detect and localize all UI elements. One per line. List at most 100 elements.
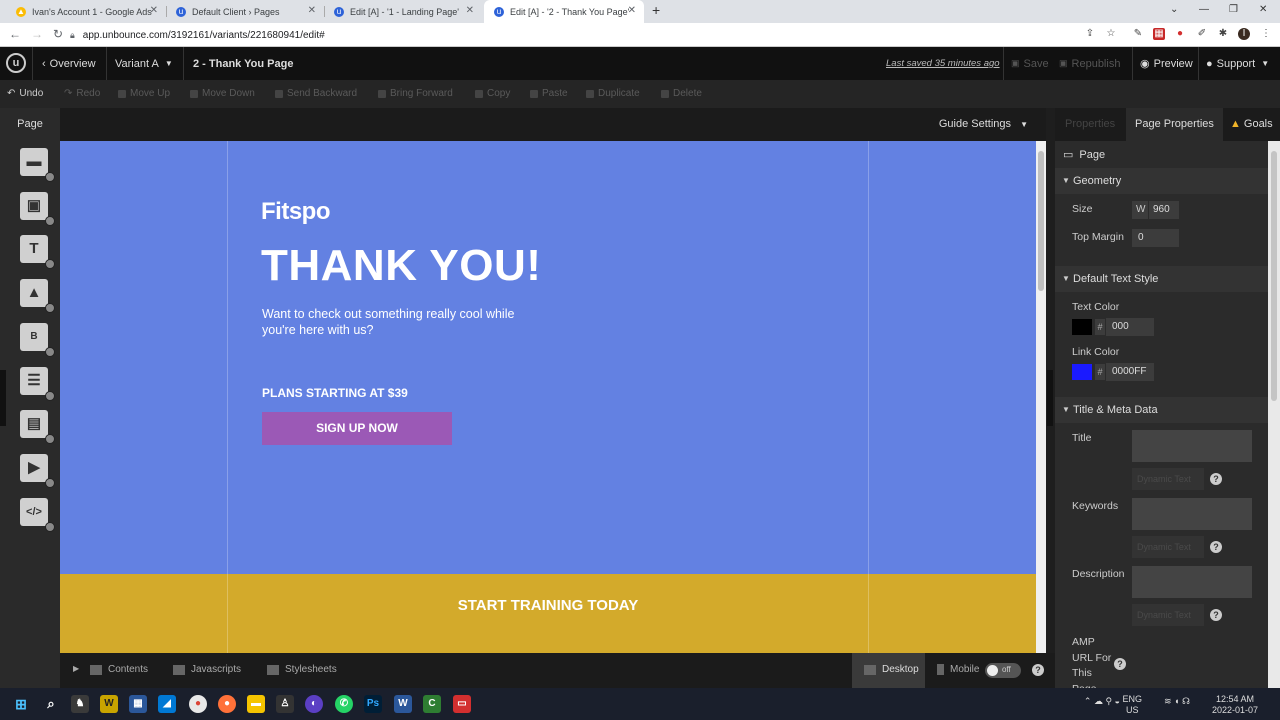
puzzle-icon[interactable]: ✱ — [1217, 28, 1229, 40]
help-icon[interactable]: ? — [1210, 609, 1222, 621]
unbounce-logo[interactable]: u — [6, 53, 26, 73]
minimize-icon[interactable]: — — [1199, 4, 1209, 15]
subtext-paragraph[interactable]: Want to check out something really cool … — [262, 306, 532, 338]
restore-icon[interactable]: ❐ — [1229, 4, 1238, 15]
tab-properties[interactable]: Properties — [1065, 118, 1115, 130]
wifi-volume-icons[interactable]: ≋ ◖ ☊ — [1164, 696, 1190, 707]
mobile-toggle[interactable]: off — [985, 663, 1021, 678]
firefox-icon[interactable]: ● — [218, 695, 236, 713]
guide-settings-dropdown[interactable]: Guide Settings ▼ — [939, 118, 1028, 130]
dynamic-text-button[interactable]: Dynamic Text — [1132, 604, 1204, 626]
app-icon[interactable]: W — [100, 695, 118, 713]
windows-start-icon[interactable]: ⊞ — [12, 695, 30, 713]
training-heading[interactable]: START TRAINING TODAY — [60, 574, 1036, 634]
extension-icon[interactable]: ● — [1174, 28, 1186, 40]
search-icon[interactable]: ⌕ — [42, 695, 60, 713]
sign-up-button[interactable]: SIGN UP NOW — [262, 412, 452, 445]
brand-logo[interactable]: Fitspo — [261, 198, 331, 226]
app-icon[interactable]: C — [423, 695, 441, 713]
new-tab-icon[interactable]: + — [652, 2, 660, 18]
scrollbar-thumb[interactable] — [1038, 151, 1044, 291]
tab-page-properties[interactable]: Page Properties — [1126, 108, 1223, 141]
browser-tab-active[interactable]: u Edit [A] - '2 - Thank You Page' ✕ — [484, 0, 644, 23]
photoshop-icon[interactable]: Ps — [364, 695, 382, 713]
help-icon[interactable]: ? — [1210, 541, 1222, 553]
left-collapse-handle[interactable] — [0, 370, 6, 426]
width-input[interactable]: 960 — [1149, 201, 1179, 219]
plans-text[interactable]: PLANS STARTING AT $39 — [262, 386, 408, 400]
page-tab[interactable]: Page — [8, 118, 52, 130]
clock[interactable]: 12:54 AM 2022-01-07 — [1212, 694, 1258, 716]
tab-search-icon[interactable]: ⌄ — [1170, 4, 1178, 15]
send-backward-button[interactable]: Send Backward — [275, 88, 357, 99]
calculator-icon[interactable]: ▦ — [129, 695, 147, 713]
overview-link[interactable]: ‹ Overview — [42, 47, 96, 80]
move-down-button[interactable]: Move Down — [190, 88, 255, 99]
save-button[interactable]: ▣ Save — [1011, 47, 1049, 80]
canvas-scrollbar[interactable] — [1036, 141, 1046, 653]
app-icon[interactable]: ♙ — [276, 695, 294, 713]
last-saved-link[interactable]: Last saved 35 minutes ago — [886, 47, 1000, 80]
reload-icon[interactable]: ↻ — [53, 27, 63, 41]
right-collapse-handle[interactable] — [1047, 370, 1053, 426]
whatsapp-icon[interactable]: ✆ — [335, 695, 353, 713]
title-input[interactable] — [1132, 430, 1252, 462]
browser-tab[interactable]: ▲ Ivan's Account 1 - Google Ads ✕ — [6, 0, 166, 23]
extension-icon[interactable]: ✐ — [1196, 28, 1208, 40]
thank-you-heading[interactable]: THANK YOU! — [261, 241, 541, 291]
default-text-style-header[interactable]: ▼ Default Text Style — [1055, 266, 1268, 292]
javascripts-tab[interactable]: Javascripts — [173, 664, 241, 675]
help-icon[interactable]: ? — [1114, 658, 1126, 670]
chrome-icon[interactable]: ● — [189, 695, 207, 713]
close-window-icon[interactable]: ✕ — [1259, 4, 1267, 15]
app-icon[interactable]: ▭ — [453, 695, 471, 713]
forward-icon[interactable]: → — [31, 27, 43, 41]
keywords-input[interactable] — [1132, 498, 1252, 530]
menu-dots-icon[interactable]: ⋮ — [1260, 28, 1272, 40]
dynamic-text-button[interactable]: Dynamic Text — [1132, 536, 1204, 558]
url-field[interactable]: 🔒︎ app.unbounce.com/3192161/variants/221… — [70, 26, 1080, 44]
app-icon[interactable]: ◢ — [158, 695, 176, 713]
close-tab-icon[interactable]: ✕ — [466, 5, 474, 16]
desktop-view-label-row[interactable]: Desktop — [864, 664, 919, 675]
help-icon[interactable]: ? — [1210, 473, 1222, 485]
hero-section[interactable] — [60, 141, 1036, 574]
tray-icons[interactable]: ⌃ ☁ ⚲ ◒ — [1084, 696, 1120, 707]
move-up-button[interactable]: Move Up — [118, 88, 170, 99]
back-icon[interactable]: ← — [9, 27, 21, 41]
panel-scrollbar[interactable] — [1268, 141, 1280, 688]
app-icon[interactable]: ♞ — [71, 695, 89, 713]
form-icon[interactable]: ☰ — [20, 367, 55, 401]
box-icon[interactable]: ▣ — [20, 192, 55, 226]
browser-tab[interactable]: u Default Client › Pages ✕ — [166, 0, 324, 23]
browser-tab[interactable]: u Edit [A] - '1 - Landing Page' ✕ — [324, 0, 482, 23]
text-color-input[interactable]: 000 — [1106, 318, 1154, 336]
expand-triangle-icon[interactable]: ▶ — [73, 664, 79, 673]
contents-tab[interactable]: Contents — [90, 664, 148, 675]
close-tab-icon[interactable]: ✕ — [308, 5, 316, 16]
link-color-swatch[interactable] — [1072, 364, 1092, 380]
close-tab-icon[interactable]: ✕ — [628, 5, 636, 16]
app-icon[interactable]: ◐ — [305, 695, 323, 713]
extension-icon[interactable]: ✎ — [1132, 28, 1144, 40]
profile-avatar[interactable]: I — [1238, 28, 1250, 40]
word-icon[interactable]: W — [394, 695, 412, 713]
text-color-swatch[interactable] — [1072, 319, 1092, 335]
title-meta-header[interactable]: ▼ Title & Meta Data — [1055, 397, 1268, 423]
stylesheets-tab[interactable]: Stylesheets — [267, 664, 337, 675]
support-menu[interactable]: ● Support ▼ — [1206, 47, 1269, 80]
lightbox-icon[interactable]: ▤ — [20, 410, 55, 444]
delete-button[interactable]: Delete — [661, 88, 702, 99]
dynamic-text-button[interactable]: Dynamic Text — [1132, 468, 1204, 490]
paste-button[interactable]: Paste — [530, 88, 568, 99]
bring-forward-button[interactable]: Bring Forward — [378, 88, 453, 99]
share-icon[interactable]: ⇪ — [1084, 28, 1096, 40]
copy-button[interactable]: Copy — [475, 88, 510, 99]
file-explorer-icon[interactable]: ▬ — [247, 695, 265, 713]
image-icon[interactable]: ▲ — [20, 279, 55, 313]
close-tab-icon[interactable]: ✕ — [150, 5, 158, 16]
variant-selector[interactable]: Variant A ▼ — [115, 47, 173, 80]
geometry-header[interactable]: ▼ Geometry — [1055, 168, 1268, 194]
language-indicator[interactable]: ENG US — [1122, 694, 1142, 716]
section-icon[interactable]: ▬ — [20, 148, 55, 182]
